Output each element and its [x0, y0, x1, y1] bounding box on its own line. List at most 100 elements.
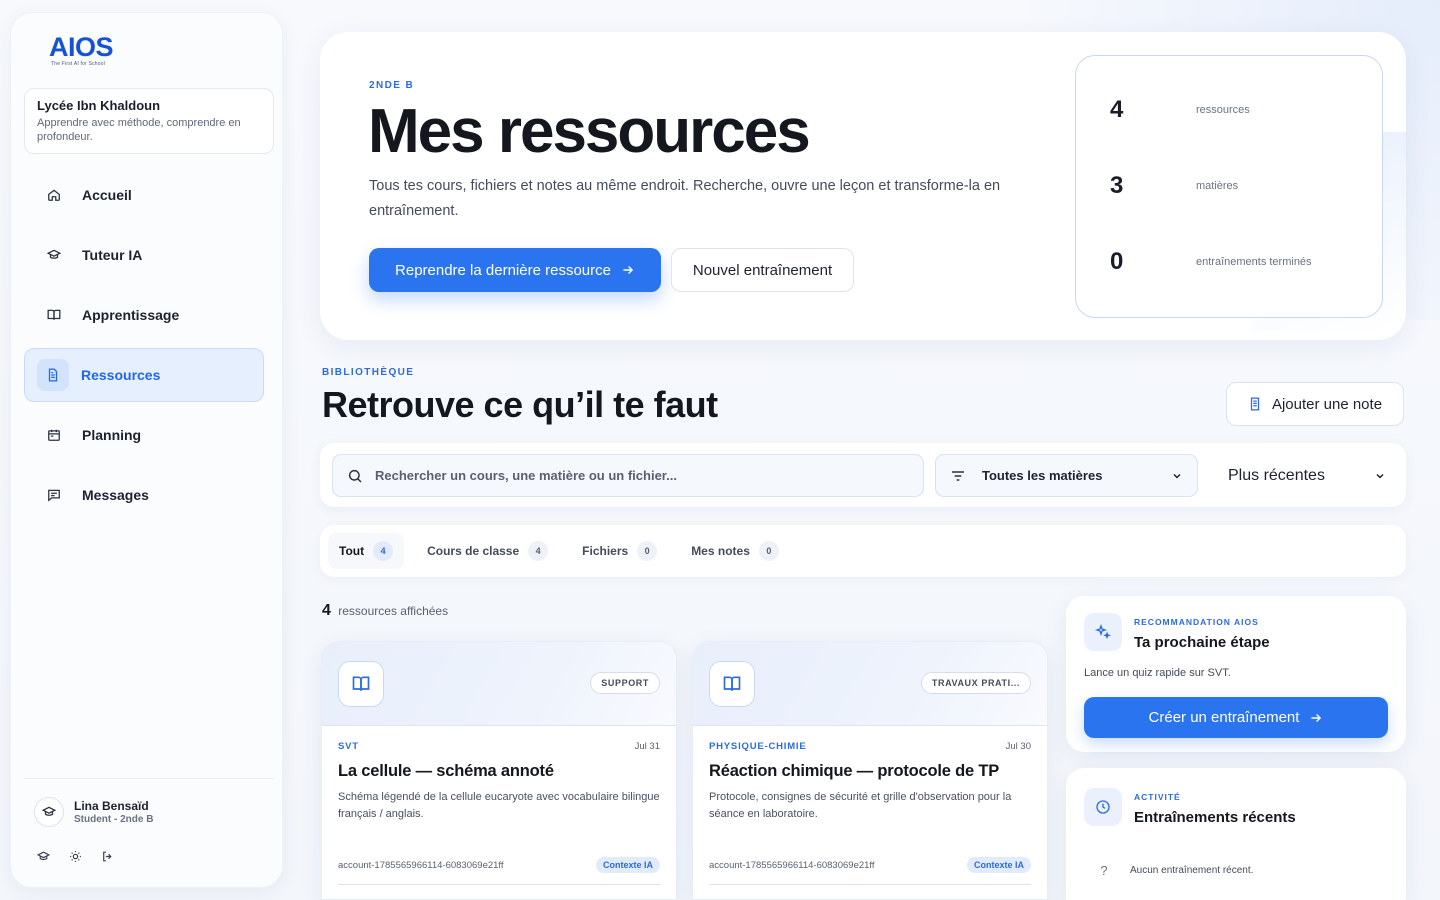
tab-mes-notes[interactable]: Mes notes 0 [680, 533, 790, 569]
resource-type-badge: TRAVAUX PRATI... [920, 672, 1031, 694]
card-date: Jul 30 [1005, 741, 1031, 752]
chevron-down-icon [1376, 473, 1384, 479]
sidebar: AIOS The First AI for School Lycée Ibn K… [10, 12, 283, 888]
filter-bar: Toutes les matières Plus récentes [320, 443, 1406, 507]
create-training-button[interactable]: Créer un entraînement [1084, 697, 1388, 738]
card-footer: account-1785565966114-6083069e21ff Conte… [709, 857, 1031, 885]
result-count: 4 ressources affichées [322, 602, 448, 620]
file-icon [37, 359, 69, 391]
library-title: Retrouve ce qu’il te faut [322, 384, 718, 425]
home-icon [46, 187, 62, 203]
nav-item-ressources[interactable]: Ressources [24, 348, 264, 402]
calendar-icon [46, 427, 62, 443]
stat-trainings: 0 entraînements terminés [1110, 248, 1312, 276]
book-open-icon [709, 661, 755, 707]
tab-label: Mes notes [691, 544, 750, 558]
nav-item-tuteur-ia[interactable]: Tuteur IA [24, 228, 264, 282]
tab-tout[interactable]: Tout 4 [328, 533, 405, 569]
subject-filter-select[interactable]: Toutes les matières [935, 454, 1198, 497]
filter-icon [952, 470, 964, 481]
card-title: La cellule — schéma annoté [338, 762, 554, 780]
recommendation-text: Lance un quiz rapide sur SVT. [1084, 667, 1231, 679]
arrow-right-icon [623, 266, 634, 274]
class-label: 2NDE B [369, 80, 415, 91]
arrow-right-icon [1311, 713, 1322, 722]
logout-icon[interactable] [100, 849, 114, 863]
sun-icon[interactable] [68, 849, 82, 863]
avatar [34, 797, 64, 827]
card-meta: SVT Jul 31 [338, 741, 660, 752]
button-label: Créer un entraînement [1148, 709, 1300, 726]
button-label: Reprendre la dernière ressource [395, 261, 611, 279]
stat-subjects: 3 matières [1110, 172, 1238, 200]
tab-fichiers[interactable]: Fichiers 0 [571, 533, 668, 569]
card-meta: PHYSIQUE-CHIMIE Jul 30 [709, 741, 1031, 752]
card-date: Jul 31 [634, 741, 660, 752]
search-box[interactable] [332, 454, 924, 497]
stats-card: 4 ressources 3 matières 0 entraînements … [1075, 55, 1383, 318]
resource-type-badge: SUPPORT [590, 672, 660, 694]
school-tagline: Apprendre avec méthode, comprendre en pr… [37, 117, 241, 143]
resource-card[interactable]: TRAVAUX PRATI... PHYSIQUE-CHIMIE Jul 30 … [692, 641, 1048, 900]
ai-context-badge[interactable]: Contexte IA [966, 857, 1031, 873]
chevron-down-icon [1173, 473, 1181, 479]
graduation-cap-icon[interactable] [36, 849, 50, 863]
tab-label: Tout [339, 544, 365, 558]
book-open-icon [338, 661, 384, 707]
result-count-label: ressources affichées [338, 604, 449, 618]
sparkles-icon [1084, 613, 1122, 651]
aios-logo[interactable]: AIOS The First AI for School [49, 33, 129, 79]
user-profile[interactable]: Lina Bensaïd Student - 2nde B [24, 797, 274, 827]
add-note-button[interactable]: Ajouter une note [1226, 382, 1404, 426]
tab-count-badge: 0 [758, 541, 779, 561]
search-icon [348, 469, 362, 483]
hero-section: 2NDE B Mes ressources Tous tes cours, fi… [320, 32, 1406, 340]
activity-eyebrow: ACTIVITÉ [1134, 792, 1181, 802]
nav-label: Accueil [82, 187, 132, 203]
select-value: Toutes les matières [982, 468, 1103, 483]
nav-item-apprentissage[interactable]: Apprentissage [24, 288, 264, 342]
resume-last-resource-button[interactable]: Reprendre la dernière ressource [369, 248, 661, 292]
note-icon [1250, 397, 1260, 411]
nav-label: Messages [82, 487, 149, 503]
school-card: Lycée Ibn Khaldoun Apprendre avec méthod… [24, 88, 274, 154]
question-icon: ? [1100, 862, 1108, 878]
activity-empty-state: ? Aucun entraînement récent. [1094, 860, 1253, 880]
user-role: Student - 2nde B [74, 814, 154, 825]
page-title: Mes ressources [368, 97, 811, 166]
stat-label: matières [1196, 180, 1239, 192]
stat-value: 4 [1110, 96, 1124, 123]
card-description: Schéma légendé de la cellule eucaryote a… [338, 791, 660, 820]
graduation-cap-icon [42, 806, 56, 816]
card-subject: SVT [338, 741, 359, 752]
tab-count-badge: 0 [637, 541, 658, 561]
result-count-value: 4 [322, 602, 331, 619]
tab-cours-de-classe[interactable]: Cours de classe 4 [416, 533, 559, 569]
stat-label: entraînements terminés [1196, 256, 1312, 268]
activity-title: Entraînements récents [1134, 809, 1296, 826]
nav-item-planning[interactable]: Planning [24, 408, 264, 462]
sort-select[interactable]: Plus récentes [1211, 454, 1396, 497]
resource-card[interactable]: SUPPORT SVT Jul 31 La cellule — schéma a… [321, 641, 677, 900]
new-training-button[interactable]: Nouvel entraînement [671, 248, 854, 292]
resource-tabs: Tout 4 Cours de classe 4 Fichiers 0 Mes … [320, 525, 1406, 577]
card-description: Protocole, consignes de sécurité et gril… [709, 791, 1012, 820]
clock-icon [1084, 788, 1122, 826]
stat-value: 0 [1110, 248, 1124, 275]
search-input[interactable] [375, 468, 923, 483]
nav-item-messages[interactable]: Messages [24, 468, 264, 522]
school-name: Lycée Ibn Khaldoun [37, 98, 161, 113]
stat-label: ressources [1196, 104, 1250, 116]
recommendation-title: Ta prochaine étape [1134, 634, 1270, 651]
card-footer: account-1785565966114-6083069e21ff Conte… [338, 857, 660, 885]
stat-value: 3 [1110, 172, 1124, 199]
logo-wordmark: AIOS [49, 32, 114, 62]
nav-item-accueil[interactable]: Accueil [24, 168, 264, 222]
button-label: Ajouter une note [1271, 395, 1383, 413]
tab-label: Cours de classe [427, 544, 520, 558]
tab-count-badge: 4 [373, 541, 394, 561]
ai-context-badge[interactable]: Contexte IA [595, 857, 660, 873]
stat-resources: 4 ressources [1110, 96, 1250, 124]
recommendation-panel: RECOMMANDATION AIOS Ta prochaine étape L… [1066, 596, 1406, 752]
card-account-id: account-1785565966114-6083069e21ff [709, 859, 875, 871]
